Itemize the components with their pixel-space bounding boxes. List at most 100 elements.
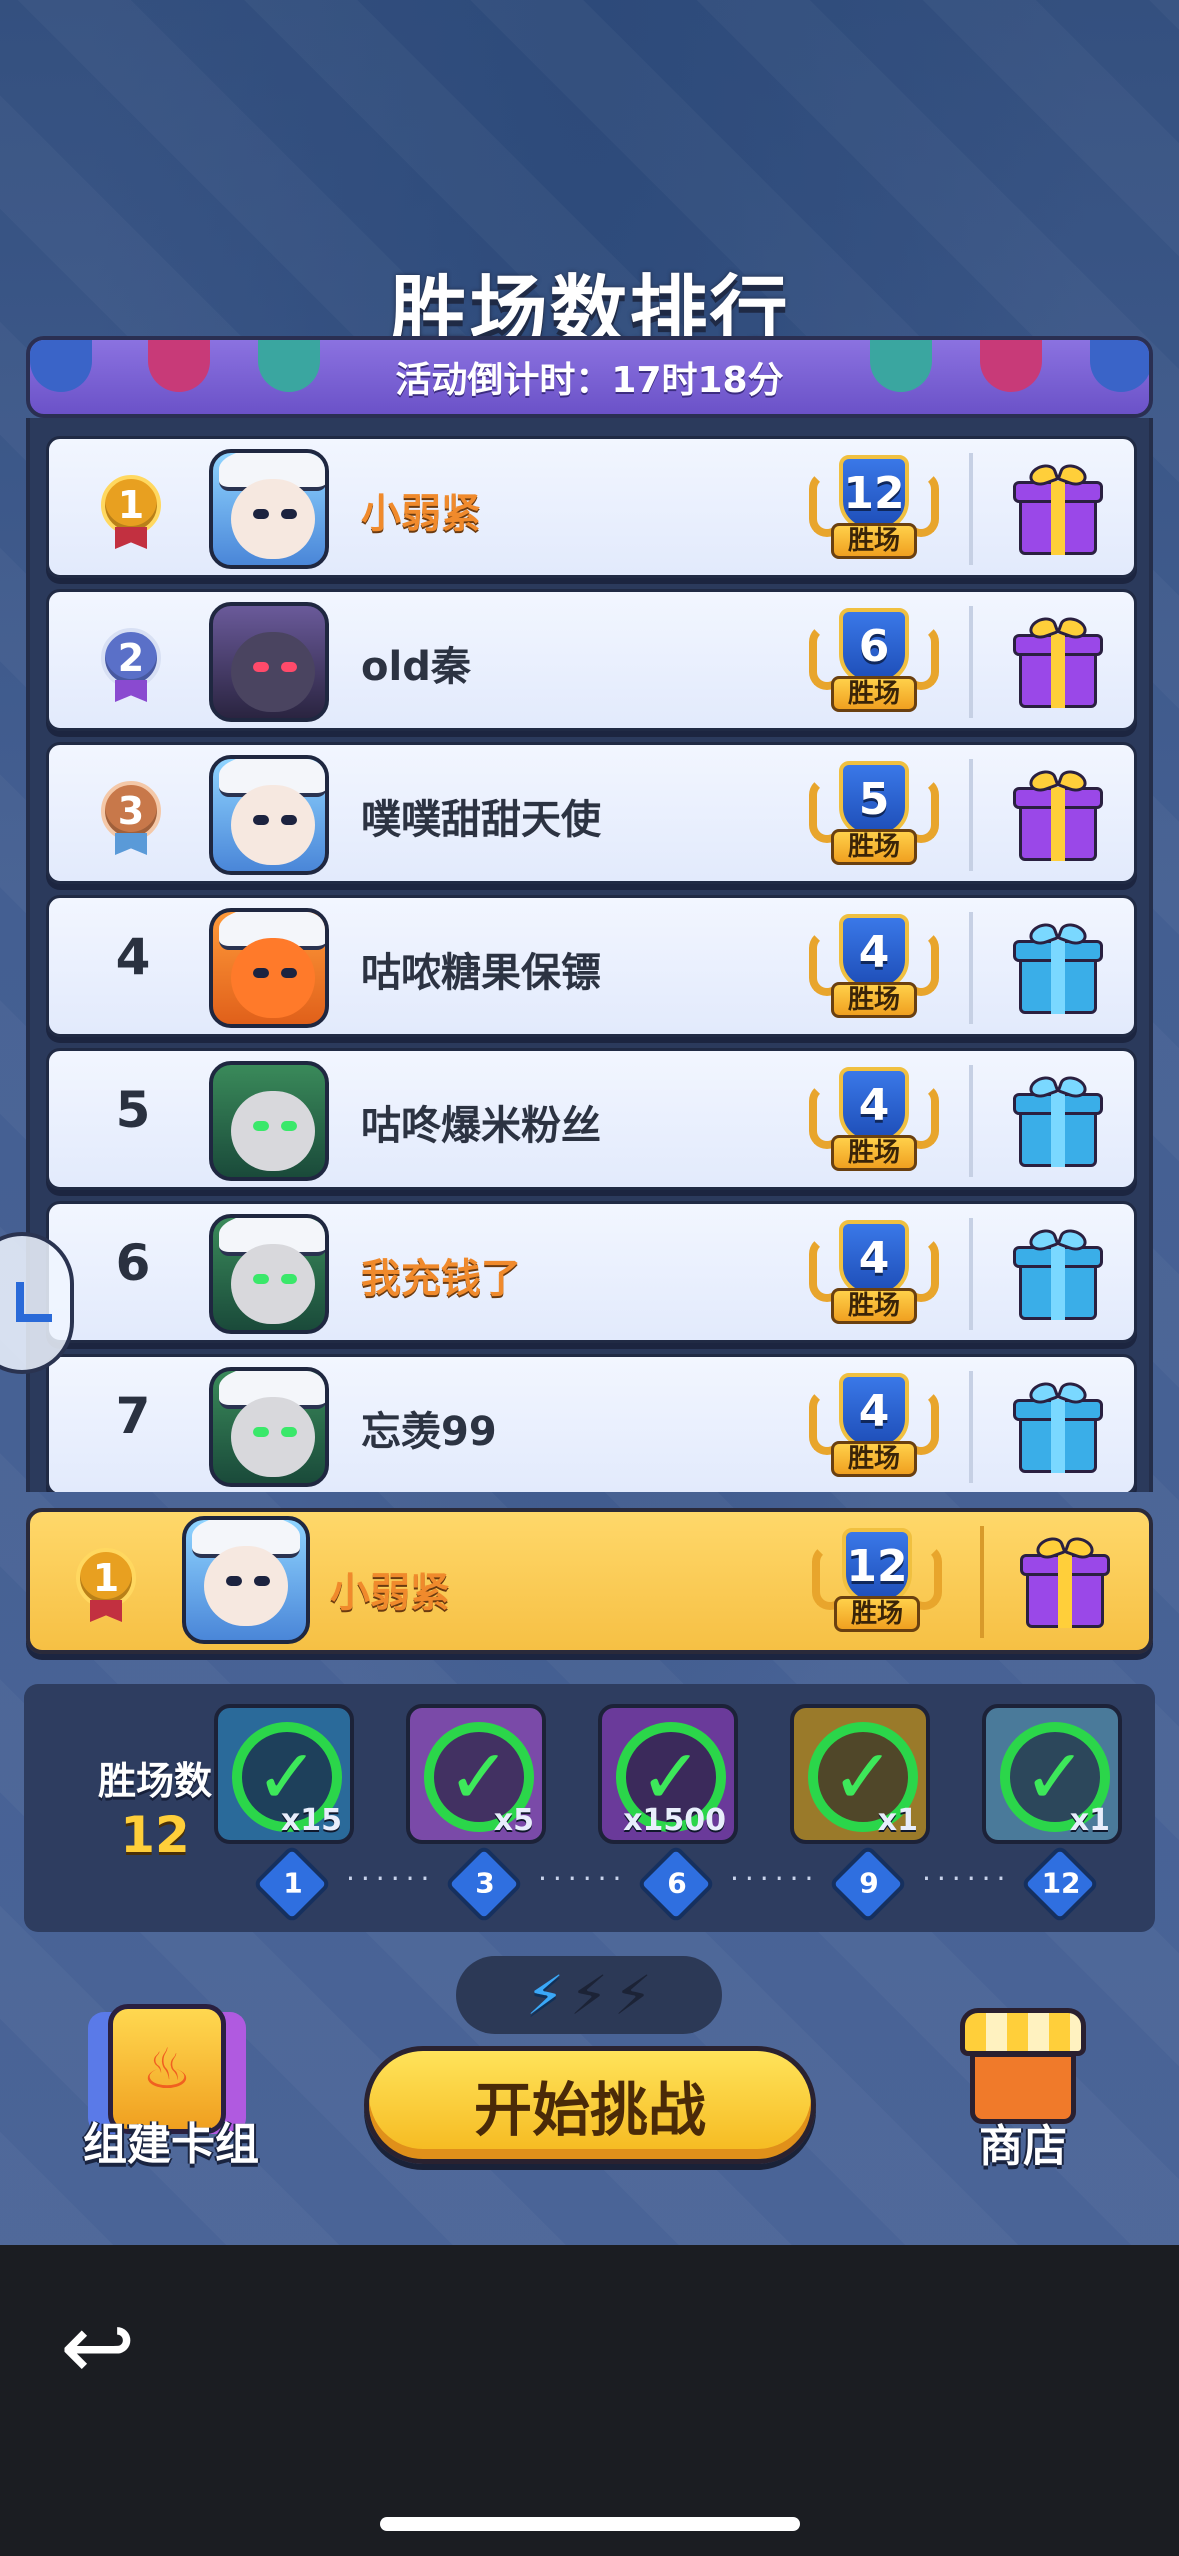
leaderboard-row[interactable]: 3 噗噗甜甜天使 5 胜场 [46, 742, 1137, 884]
wins-badge: 4 胜场 [809, 1371, 939, 1485]
bunting-flag [870, 340, 932, 392]
divider [969, 1065, 973, 1177]
divider [969, 606, 973, 718]
bunting-flag [1090, 340, 1149, 392]
home-indicator[interactable] [380, 2517, 800, 2531]
corner-icon [16, 1282, 52, 1322]
wins-badge: 5 胜场 [809, 759, 939, 873]
bunting-flag [148, 340, 210, 392]
player-name: 忘羡99 [361, 1409, 497, 1455]
leaderboard-row[interactable]: 5 咕咚爆米粉丝 4 胜场 [46, 1048, 1137, 1190]
player-name: 咕哝糖果保镖 [361, 950, 601, 996]
avatar[interactable] [182, 1516, 310, 1644]
leaderboard-row[interactable]: 1 小弱紧 12 胜场 [46, 436, 1137, 578]
divider [969, 1371, 973, 1483]
purple-gift-icon[interactable] [1013, 613, 1103, 710]
divider [969, 759, 973, 871]
avatar[interactable] [209, 1367, 329, 1487]
reward-quantity: x15 [280, 1803, 342, 1838]
milestone-marker: 9 [828, 1844, 908, 1924]
gold-medal-icon: 1 [93, 467, 169, 549]
blue-gift-icon[interactable] [1013, 1225, 1103, 1322]
leaderboard-row[interactable]: 7 忘羡99 4 胜场 [46, 1354, 1137, 1492]
wins-badge: 12 胜场 [812, 1526, 942, 1640]
avatar[interactable] [209, 449, 329, 569]
milestone-marker: 12 [1020, 1844, 1100, 1924]
reward-slot[interactable]: ✓ x1 [790, 1704, 930, 1844]
bunting-flag [30, 340, 92, 392]
reward-quantity: x5 [493, 1803, 534, 1838]
progress-dots: ······ [346, 1862, 436, 1895]
bronze-medal-icon: 3 [93, 773, 169, 855]
player-name: 小弱紧 [361, 491, 481, 537]
leaderboard-row[interactable]: 4 咕哝糖果保镖 4 胜场 [46, 895, 1137, 1037]
reward-quantity: x1 [1069, 1803, 1110, 1838]
milestone-marker: 3 [444, 1844, 524, 1924]
divider [969, 912, 973, 1024]
lightning-icon: ⚡ [526, 1963, 565, 2027]
reward-slot[interactable]: ✓ x15 [214, 1704, 354, 1844]
build-deck-button[interactable]: ♨ 组建卡组 [66, 1996, 276, 2176]
blue-gift-icon[interactable] [1013, 919, 1103, 1016]
my-rank-row[interactable]: 1 小弱紧 12 胜场 [26, 1508, 1153, 1654]
reward-slot[interactable]: ✓ x1500 [598, 1704, 738, 1844]
player-name: 小弱紧 [330, 1570, 450, 1616]
reward-slot[interactable]: ✓ x5 [406, 1704, 546, 1844]
rank-number: 7 [115, 1387, 151, 1445]
purple-gift-icon[interactable] [1013, 766, 1103, 863]
blue-gift-icon[interactable] [1013, 1072, 1103, 1169]
player-name: 咕咚爆米粉丝 [361, 1103, 601, 1149]
countdown-text: 活动倒计时：17时18分 [395, 360, 784, 401]
wins-badge: 12 胜场 [809, 453, 939, 567]
floating-side-button[interactable] [0, 1232, 74, 1374]
purple-gift-icon[interactable] [1020, 1533, 1110, 1630]
bunting-flag [980, 340, 1042, 392]
reward-slot[interactable]: ✓ x1 [982, 1704, 1122, 1844]
shop-label: 商店 [979, 2121, 1067, 2172]
wins-badge: 4 胜场 [809, 912, 939, 1026]
wins-badge: 4 胜场 [809, 1218, 939, 1332]
milestone-marker: 6 [636, 1844, 716, 1924]
avatar[interactable] [209, 602, 329, 722]
bunting-flag [258, 340, 320, 392]
countdown-banner: 活动倒计时：17时18分 [26, 336, 1153, 418]
purple-gift-icon[interactable] [1013, 460, 1103, 557]
wins-badge: 6 胜场 [809, 606, 939, 720]
reward-quantity: x1 [877, 1803, 918, 1838]
divider [969, 1218, 973, 1330]
leaderboard-row[interactable]: 6 我充钱了 4 胜场 [46, 1201, 1137, 1343]
divider [969, 453, 973, 565]
rank-number: 6 [115, 1234, 151, 1292]
bottom-bar: ↩ [0, 2245, 1179, 2556]
milestone-marker: 1 [252, 1844, 332, 1924]
player-name: 我充钱了 [361, 1256, 521, 1302]
avatar[interactable] [209, 908, 329, 1028]
lightning-icon: ⚡ [570, 1963, 608, 2027]
avatar[interactable] [209, 1214, 329, 1334]
player-name: 噗噗甜甜天使 [361, 797, 601, 843]
shop-button[interactable]: 商店 [950, 2000, 1096, 2176]
leaderboard-row[interactable]: 2 old秦 6 胜场 [46, 589, 1137, 731]
progress-dots: ······ [730, 1862, 820, 1895]
lightning-icon: ⚡ [613, 1963, 652, 2027]
progress-dots: ······ [538, 1862, 628, 1895]
build-deck-label: 组建卡组 [83, 2119, 259, 2170]
rank-number: 5 [115, 1081, 151, 1139]
wins-badge: 4 胜场 [809, 1065, 939, 1179]
progress-dots: ······ [922, 1862, 1012, 1895]
back-arrow-icon[interactable]: ↩ [60, 2303, 170, 2393]
leaderboard-list[interactable]: 1 小弱紧 12 胜场 2 old秦 6 胜场 3 噗噗甜甜天使 5 胜场 4 … [26, 418, 1153, 1492]
divider [980, 1526, 984, 1638]
start-challenge-button[interactable]: 开始挑战 [364, 2046, 816, 2164]
avatar[interactable] [209, 1061, 329, 1181]
silver-medal-icon: 2 [93, 620, 169, 702]
reward-quantity: x1500 [623, 1803, 726, 1838]
wins-progress-panel: 胜场数 12 ✓ x15 ✓ x5 ✓ x1500 ✓ x1 ✓ x1 1 ··… [24, 1684, 1155, 1932]
energy-indicator: ⚡ ⚡ ⚡ [456, 1956, 722, 2034]
gold-medal-icon: 1 [68, 1540, 144, 1622]
avatar[interactable] [209, 755, 329, 875]
blue-gift-icon[interactable] [1013, 1378, 1103, 1475]
rank-number: 4 [115, 928, 151, 986]
player-name: old秦 [361, 644, 471, 690]
shop-awning-icon [960, 2008, 1086, 2056]
